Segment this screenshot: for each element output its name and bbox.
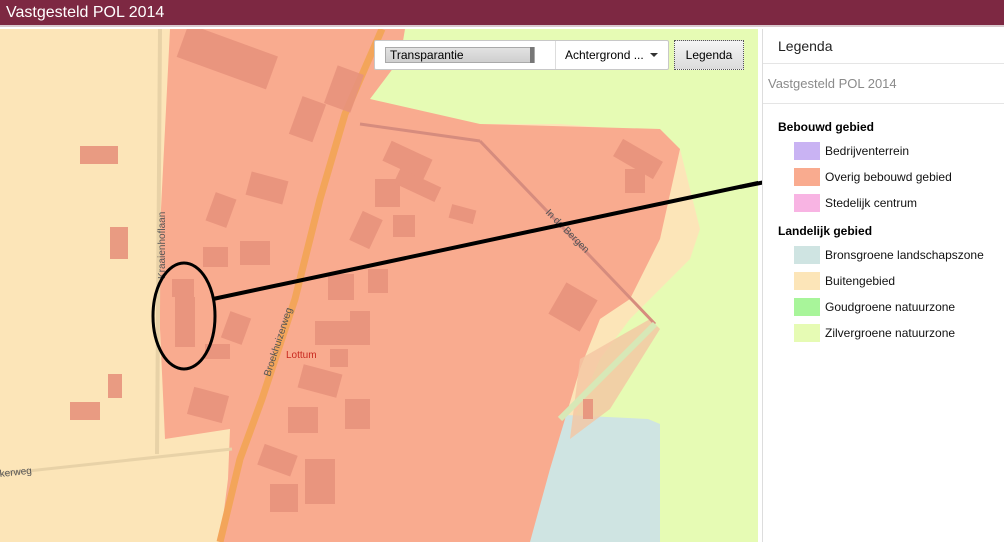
- building[interactable]: [583, 399, 593, 419]
- transparency-slider[interactable]: Transparantie: [385, 47, 535, 63]
- control-group: Transparantie Achtergrond ...: [374, 40, 669, 70]
- transparency-label: Transparantie: [390, 48, 464, 62]
- legend-item: Bronsgroene landschapszone: [763, 242, 1004, 268]
- chevron-down-icon: [649, 53, 658, 57]
- legend-item-label: Stedelijk centrum: [825, 196, 918, 210]
- legend-item-label: Bronsgroene landschapszone: [825, 248, 984, 262]
- legend-group-bebouwd: Bebouwd gebied Bedrijventerrein Overig b…: [763, 116, 1004, 216]
- legend-swatch: [794, 168, 820, 186]
- building[interactable]: [368, 269, 388, 293]
- legend-swatch: [794, 194, 820, 212]
- legend-swatch: [794, 246, 820, 264]
- legend-swatch: [794, 298, 820, 316]
- building[interactable]: [625, 169, 645, 193]
- building[interactable]: [175, 297, 195, 347]
- app-title: Vastgesteld POL 2014: [6, 4, 165, 21]
- building[interactable]: [305, 459, 335, 504]
- background-dropdown[interactable]: Achtergrond ...: [556, 41, 668, 69]
- map-controls: Transparantie Achtergrond ... Legenda: [374, 40, 744, 70]
- legend-swatch: [794, 142, 820, 160]
- legend-item: Overig bebouwd gebied: [763, 164, 1004, 190]
- legend-item-label: Overig bebouwd gebied: [825, 170, 952, 184]
- legend-group-title: Landelijk gebied: [778, 224, 873, 238]
- legend-item: Bedrijventerrein: [763, 138, 1004, 164]
- legend-item: Stedelijk centrum: [763, 190, 1004, 216]
- building[interactable]: [345, 399, 370, 429]
- legend-item-label: Buitengebied: [825, 274, 896, 288]
- building[interactable]: [393, 215, 415, 237]
- building[interactable]: [330, 349, 348, 367]
- legend-item: Zilvergroene natuurzone: [763, 320, 1004, 346]
- legend-item: Buitengebied: [763, 268, 1004, 294]
- legend-panel: Legenda Vastgesteld POL 2014 Bebouwd geb…: [762, 29, 1004, 542]
- legend-item: Goudgroene natuurzone: [763, 294, 1004, 320]
- building[interactable]: [315, 321, 351, 345]
- building[interactable]: [270, 484, 298, 512]
- background-dropdown-label: Achtergrond ...: [565, 48, 644, 62]
- legend-item-label: Bedrijventerrein: [825, 144, 910, 158]
- map-svg[interactable]: Kraaienhoflaan Broekhuizerweg In de Berg…: [0, 29, 758, 542]
- transparency-control[interactable]: Transparantie: [375, 41, 556, 69]
- legend-group-landelijk: Landelijk gebied Bronsgroene landschapsz…: [763, 220, 1004, 346]
- building[interactable]: [172, 279, 194, 297]
- legend-swatch: [794, 272, 820, 290]
- building[interactable]: [108, 374, 122, 398]
- building[interactable]: [110, 227, 128, 259]
- building[interactable]: [328, 274, 354, 300]
- legend-layer-name: Vastgesteld POL 2014: [763, 64, 1004, 104]
- app-titlebar: Vastgesteld POL 2014: [0, 0, 1004, 27]
- legend-panel-title: Legenda: [763, 29, 1004, 64]
- building[interactable]: [70, 402, 100, 420]
- place-label-lottum: Lottum: [286, 350, 317, 361]
- legend-swatch: [794, 324, 820, 342]
- building[interactable]: [350, 311, 370, 345]
- map-canvas[interactable]: Kraaienhoflaan Broekhuizerweg In de Berg…: [0, 29, 758, 542]
- legend-button[interactable]: Legenda: [674, 40, 744, 70]
- legend-item-label: Goudgroene natuurzone: [825, 300, 956, 314]
- building[interactable]: [240, 241, 270, 265]
- building[interactable]: [80, 146, 118, 164]
- slider-handle[interactable]: [530, 47, 534, 63]
- street-label-kraaienhoflaan: Kraaienhoflaan: [157, 212, 168, 279]
- legend-group-title: Bebouwd gebied: [778, 120, 874, 134]
- building[interactable]: [203, 247, 228, 267]
- legend-item-label: Zilvergroene natuurzone: [825, 326, 956, 340]
- building[interactable]: [288, 407, 318, 433]
